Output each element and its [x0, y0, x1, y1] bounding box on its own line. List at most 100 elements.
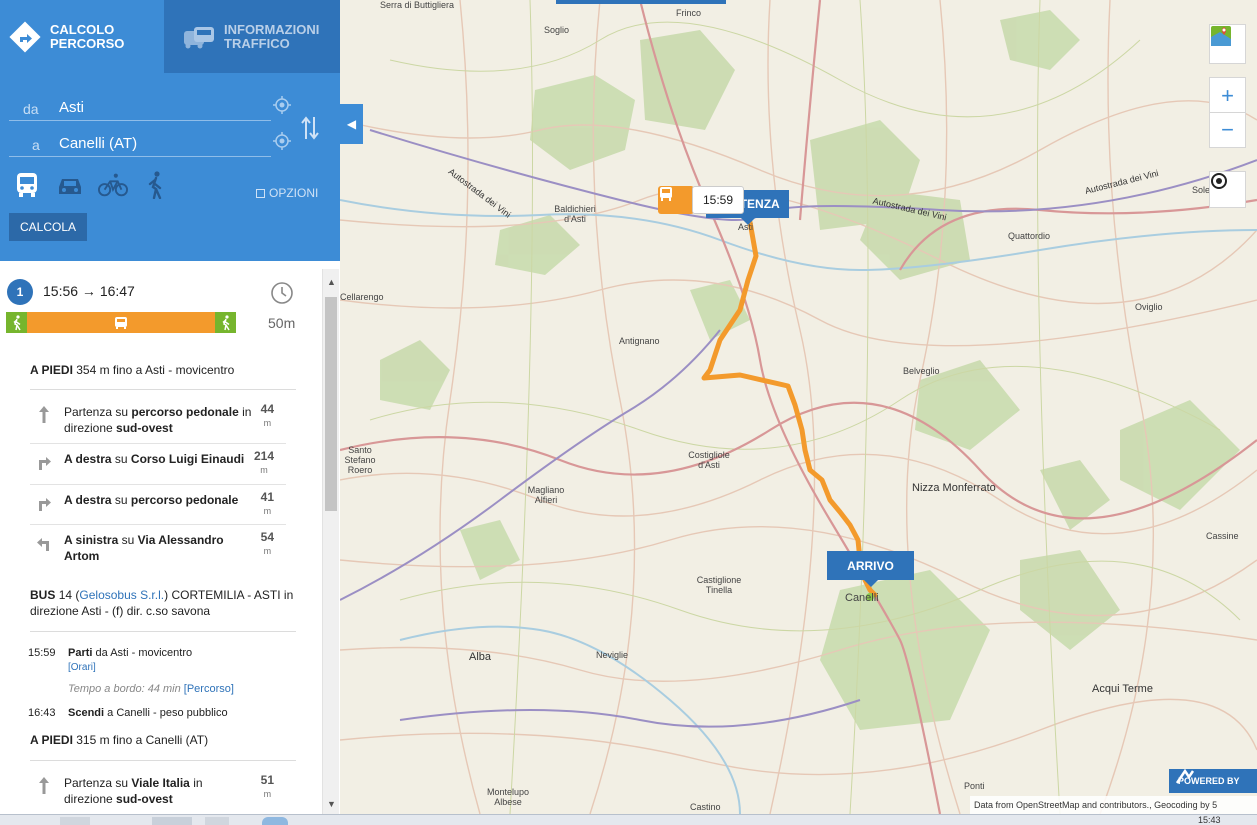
to-field[interactable]: a Canelli (AT)	[9, 129, 271, 157]
step-item[interactable]: A destra su percorso pedonale 41 m	[30, 486, 286, 525]
direction-arrow-icon	[8, 20, 42, 54]
place-label: Costigliole d'Asti	[688, 450, 730, 470]
route-link[interactable]: [Percorso]	[184, 683, 234, 695]
departure-verb: Parti	[68, 647, 93, 659]
tab-bar: CALCOLO PERCORSO INFORMAZIONI TRAFFICO	[0, 0, 340, 73]
place-label: Alba	[469, 651, 492, 663]
taskbar-app[interactable]	[262, 817, 288, 825]
taskbar-app[interactable]	[152, 817, 192, 825]
powered-by-badge[interactable]: POWERED BY	[1169, 769, 1257, 793]
place-label: Baldichieri d'Asti	[554, 204, 596, 224]
locate-from-icon[interactable]	[273, 96, 291, 114]
step-text-pre: Partenza su	[64, 776, 132, 790]
step-text-bold2: sud-ovest	[116, 792, 173, 806]
onboard-time: Tempo a bordo: 44 min	[68, 683, 181, 695]
bus-time-bubble: 15:59	[692, 186, 744, 214]
step-distance: 54 m	[261, 530, 274, 558]
tab-traffic-label: INFORMAZIONI TRAFFICO	[224, 21, 320, 51]
step-distance-value: 54	[260, 530, 274, 544]
car-icon[interactable]	[55, 171, 85, 199]
step-item[interactable]: A sinistra su Via Alessandro Artom 54 m	[30, 526, 286, 572]
place-label: Nizza Monferrato	[912, 482, 996, 494]
bus-icon[interactable]	[12, 171, 42, 199]
step-item[interactable]: Partenza su Viale Italia in direzione su…	[30, 769, 286, 814]
departure-text: Parti da Asti - movicentro [Orari]	[68, 646, 278, 675]
step-text: A destra su Corso Luigi Einaudi	[64, 451, 254, 467]
tab-route-calculation[interactable]: CALCOLO PERCORSO	[0, 0, 164, 73]
zoom-out-button[interactable]: −	[1209, 112, 1246, 148]
walk-segment-header: A PIEDI 315 m fino a Canelli (AT)	[30, 732, 295, 748]
highways	[340, 129, 1257, 728]
place-label: Cassine	[1206, 531, 1239, 541]
step-text-bold: percorso pedonale	[131, 405, 239, 419]
taskbar-app[interactable]	[205, 817, 229, 825]
step-distance: 44 m	[261, 402, 274, 430]
bus-arrival: 16:43 Scendi a Canelli - peso pubblico	[28, 706, 298, 722]
swap-icon[interactable]	[300, 113, 320, 143]
my-location-button[interactable]	[1209, 171, 1246, 208]
bus-line-number: 14	[58, 588, 73, 602]
solution-number-badge[interactable]: 1	[7, 279, 33, 305]
step-text-bold: A destra	[64, 493, 112, 507]
step-text: Partenza su Viale Italia in direzione su…	[64, 775, 254, 807]
place-label: Montelupo Albese	[486, 787, 530, 807]
step-text-post: su	[111, 493, 131, 507]
results-scrollbar[interactable]: ▲ ▼	[322, 269, 339, 814]
arrival-verb: Scendi	[68, 707, 105, 719]
scroll-down-icon[interactable]: ▼	[323, 795, 340, 812]
step-text-bold2: Corso Luigi Einaudi	[130, 452, 245, 466]
walk-segment-icon	[6, 312, 27, 333]
bus-stop-marker[interactable]	[658, 186, 694, 214]
options-toggle[interactable]: OPZIONI	[256, 186, 318, 200]
locate-to-icon[interactable]	[273, 132, 291, 150]
taskbar-app[interactable]	[60, 817, 90, 825]
turn-right-icon	[36, 451, 52, 471]
zoom-in-button[interactable]: +	[1209, 77, 1246, 113]
scroll-thumb[interactable]	[325, 297, 337, 511]
step-text-post: su	[111, 452, 131, 466]
step-item[interactable]: Partenza su percorso pedonale in direzio…	[30, 398, 286, 444]
step-item[interactable]: A destra su Corso Luigi Einaudi 214 m	[30, 445, 286, 485]
options-checkbox[interactable]	[256, 189, 265, 198]
timetable-link[interactable]: [Orari]	[68, 662, 96, 673]
bus-operator-link[interactable]: Gelosobus S.r.l.	[79, 588, 164, 602]
tab-route-label: CALCOLO PERCORSO	[50, 21, 125, 51]
divider	[30, 760, 296, 761]
end-marker[interactable]: ARRIVO	[827, 551, 914, 587]
walk-icon[interactable]	[141, 171, 171, 199]
bus-icon	[660, 187, 672, 201]
walk-mode-label: A PIEDI	[30, 363, 73, 377]
traffic-cars-icon	[182, 20, 216, 54]
transport-modes	[12, 170, 171, 200]
step-text-post: su	[118, 533, 138, 547]
from-input[interactable]: Asti	[59, 99, 84, 116]
step-text: Partenza su percorso pedonale in direzio…	[64, 404, 254, 436]
calculate-button[interactable]: CALCOLA	[9, 213, 87, 241]
bicycle-icon[interactable]	[98, 171, 128, 199]
map-layers-button[interactable]	[1209, 24, 1246, 64]
map-view[interactable]: Serra di Buttigliera Frinco Soglio Baldi…	[340, 0, 1257, 814]
place-label: Santo Stefano Roero	[344, 445, 376, 475]
solution-timeline[interactable]	[6, 312, 236, 333]
onboard-time-row: Tempo a bordo: 44 min [Percorso]	[68, 682, 234, 696]
place-label: Soglio	[544, 25, 570, 35]
departure-stop: da Asti - movicentro	[95, 647, 193, 659]
step-distance-unit: m	[260, 465, 268, 475]
map-attribution[interactable]: Data from OpenStreetMap and contributors…	[970, 796, 1257, 814]
target-icon	[1211, 173, 1227, 189]
walk-segment-text: 315 m fino a Canelli (AT)	[76, 733, 209, 747]
collapse-panel-button[interactable]: ◀	[340, 104, 363, 144]
from-field[interactable]: da Asti	[9, 93, 271, 121]
tab-traffic-info[interactable]: INFORMAZIONI TRAFFICO	[164, 0, 340, 73]
bus-departure: 15:59 Parti da Asti - movicentro [Orari]	[28, 646, 298, 676]
place-label: Acqui Terme	[1092, 683, 1153, 695]
walk-segment-header: A PIEDI 354 m fino a Asti - movicentro	[30, 362, 295, 378]
scroll-up-icon[interactable]: ▲	[323, 273, 340, 290]
step-distance-value: 51	[260, 773, 274, 787]
map-layers-icon	[1211, 26, 1231, 46]
place-label: Castiglione Tinella	[696, 575, 742, 595]
step-distance-unit: m	[263, 506, 272, 516]
arrival-time: 16:43	[28, 707, 56, 719]
place-label: Canelli	[845, 592, 879, 604]
to-input[interactable]: Canelli (AT)	[59, 135, 137, 152]
